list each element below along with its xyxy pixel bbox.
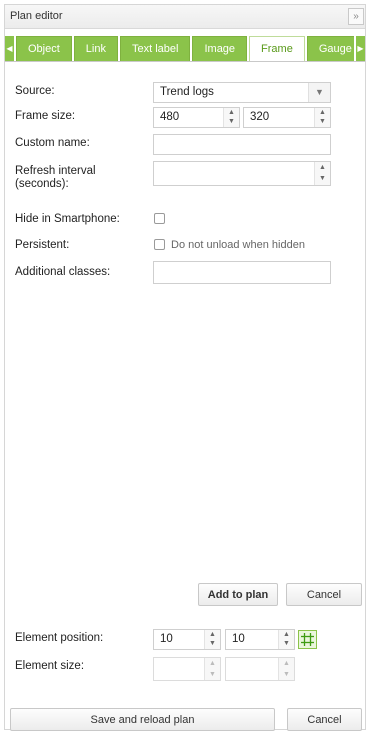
element-position-row: Element position: 10 ▲ ▼ 10 ▲ ▼ bbox=[15, 629, 360, 651]
hide-smartphone-row: Hide in Smartphone: bbox=[15, 210, 355, 232]
position-y-spinner[interactable]: ▲ ▼ bbox=[278, 630, 294, 649]
frame-size-label: Frame size: bbox=[15, 110, 76, 122]
persistent-checkbox-text[interactable]: Do not unload when hidden bbox=[171, 239, 305, 251]
refresh-interval-input[interactable]: ▲ ▼ bbox=[153, 161, 331, 186]
frame-height-input[interactable]: 320 ▲ ▼ bbox=[243, 107, 331, 128]
tab-link[interactable]: Link bbox=[73, 36, 118, 62]
title-bar: Plan editor » bbox=[5, 5, 365, 29]
element-position-y-input[interactable]: 10 ▲ ▼ bbox=[225, 629, 295, 650]
custom-name-input[interactable] bbox=[153, 134, 331, 155]
element-width-spinner[interactable]: ▲ ▼ bbox=[204, 658, 220, 680]
tab-scroll-right-icon[interactable]: ▶ bbox=[356, 36, 365, 62]
persistent-checkbox[interactable] bbox=[154, 239, 165, 250]
element-size-label: Element size: bbox=[15, 660, 85, 672]
hide-smartphone-checkbox[interactable] bbox=[154, 213, 165, 224]
footer-cancel-button[interactable]: Cancel bbox=[287, 708, 362, 731]
tab-object[interactable]: Object bbox=[16, 36, 72, 62]
refresh-interval-row: Refresh interval (seconds): ▲ ▼ bbox=[15, 161, 355, 195]
refresh-interval-spinner[interactable]: ▲ ▼ bbox=[314, 162, 330, 185]
frame-width-value: 480 bbox=[160, 111, 180, 123]
hide-smartphone-label: Hide in Smartphone: bbox=[15, 213, 120, 225]
frame-height-spinner[interactable]: ▲ ▼ bbox=[314, 108, 330, 127]
element-position-label: Element position: bbox=[15, 632, 104, 644]
source-label: Source: bbox=[15, 85, 55, 97]
save-and-reload-button[interactable]: Save and reload plan bbox=[10, 708, 275, 731]
tab-gauge[interactable]: Gauge bbox=[306, 36, 354, 62]
plan-editor-panel: Plan editor » ◀ Object Link Text label Imag… bbox=[4, 4, 366, 731]
element-position-x-value: 10 bbox=[160, 633, 173, 645]
element-size-row: Element size: ▲ ▼ ▲ ▼ bbox=[15, 657, 360, 681]
cancel-add-button[interactable]: Cancel bbox=[286, 583, 362, 606]
element-position-y-value: 10 bbox=[232, 633, 245, 645]
position-x-spinner[interactable]: ▲ ▼ bbox=[204, 630, 220, 649]
window-title: Plan editor bbox=[10, 10, 63, 22]
source-row: Source: Trend logs ▼ bbox=[15, 82, 355, 104]
tab-text-label[interactable]: Text label bbox=[119, 36, 191, 62]
tab-image[interactable]: Image bbox=[192, 36, 248, 62]
grid-icon bbox=[301, 633, 314, 646]
frame-width-input[interactable]: 480 ▲ ▼ bbox=[153, 107, 240, 128]
tab-strip: ◀ Object Link Text label Image Frame Gauge ▶ bbox=[5, 36, 365, 62]
collapse-panel-button[interactable]: » bbox=[348, 8, 364, 25]
chevron-down-icon[interactable]: ▼ bbox=[308, 83, 330, 102]
element-height-spinner[interactable]: ▲ ▼ bbox=[278, 658, 294, 680]
frame-width-spinner[interactable]: ▲ ▼ bbox=[223, 108, 239, 127]
additional-classes-input[interactable] bbox=[153, 261, 331, 284]
element-position-x-input[interactable]: 10 ▲ ▼ bbox=[153, 629, 221, 650]
refresh-interval-label: Refresh interval (seconds): bbox=[15, 165, 96, 190]
element-height-input[interactable]: ▲ ▼ bbox=[225, 657, 295, 681]
tab-frame[interactable]: Frame bbox=[249, 36, 305, 62]
tab-scroll-left-icon[interactable]: ◀ bbox=[5, 36, 14, 62]
persistent-row: Persistent: Do not unload when hidden bbox=[15, 236, 360, 258]
tabs: Object Link Text label Image Frame Gauge bbox=[16, 36, 354, 62]
tab-divider bbox=[5, 61, 365, 62]
source-select[interactable]: Trend logs ▼ bbox=[153, 82, 331, 103]
add-to-plan-button[interactable]: Add to plan bbox=[198, 583, 278, 606]
source-value: Trend logs bbox=[160, 86, 214, 98]
persistent-label: Persistent: bbox=[15, 239, 70, 251]
custom-name-label: Custom name: bbox=[15, 137, 90, 149]
additional-classes-row: Additional classes: bbox=[15, 261, 355, 284]
element-width-input[interactable]: ▲ ▼ bbox=[153, 657, 221, 681]
frame-size-row: Frame size: 480 ▲ ▼ 320 ▲ ▼ bbox=[15, 107, 355, 129]
snap-to-grid-button[interactable] bbox=[298, 630, 317, 649]
frame-height-value: 320 bbox=[250, 111, 270, 123]
additional-classes-label: Additional classes: bbox=[15, 266, 111, 278]
custom-name-row: Custom name: bbox=[15, 134, 355, 156]
